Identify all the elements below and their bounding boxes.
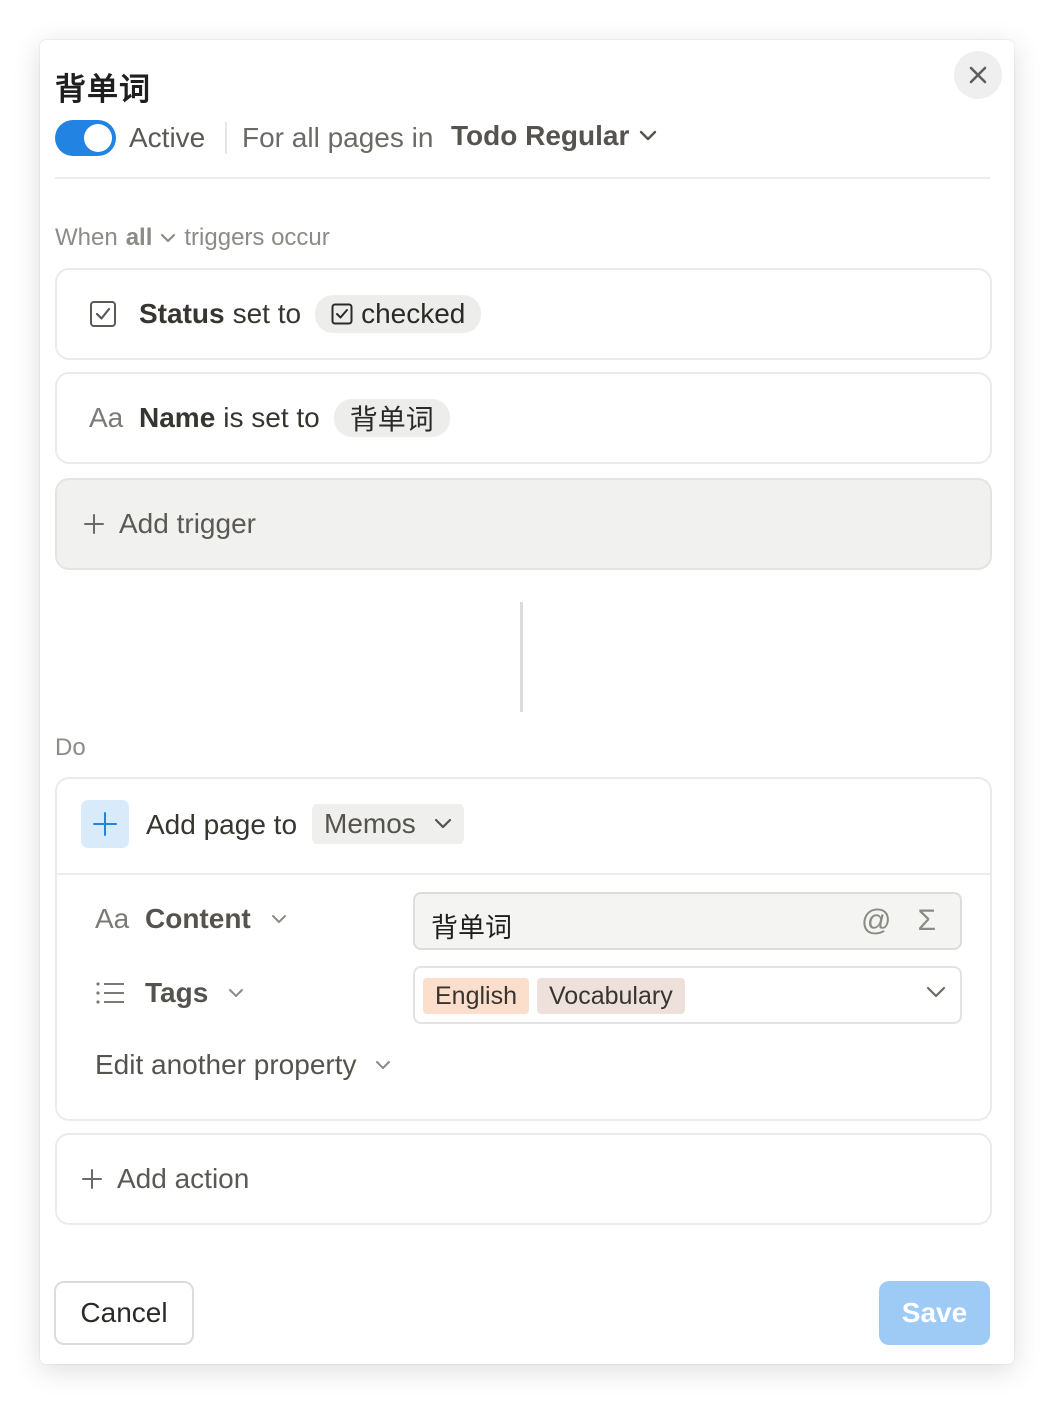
action-header: Add page to Memos <box>57 779 990 875</box>
automation-dialog: 背单词 Active For all pages in Todo Regular… <box>40 40 1014 1364</box>
add-action-row: Add action <box>81 1135 249 1223</box>
property-content[interactable]: Aa Content <box>95 903 287 935</box>
add-trigger-button[interactable]: Add trigger <box>55 478 992 570</box>
trigger-property: Name <box>139 402 216 433</box>
trigger-card-name[interactable]: Aa Name is set to 背单词 <box>55 372 992 464</box>
chevron-down-icon[interactable] <box>926 986 946 998</box>
property-name: Tags <box>145 977 209 1008</box>
trigger-condition: When all triggers occur <box>55 224 330 252</box>
flow-connector <box>520 602 523 712</box>
dialog-title: 背单词 <box>55 72 151 107</box>
when-label: When <box>55 224 118 251</box>
tag-english[interactable]: English <box>423 978 529 1014</box>
checkbox-checked-icon <box>331 303 353 325</box>
active-toggle[interactable] <box>55 120 116 156</box>
property-tags[interactable]: Tags <box>95 977 244 1009</box>
trigger-value: 背单词 <box>349 404 434 435</box>
plus-icon <box>83 513 105 535</box>
do-label: Do <box>55 734 86 761</box>
trigger-verb: is set to <box>223 402 320 433</box>
property-name: Content <box>145 903 251 934</box>
add-page-icon <box>81 800 129 848</box>
cancel-button[interactable]: Cancel <box>54 1281 194 1345</box>
edit-another-property[interactable]: Edit another property <box>95 1049 391 1081</box>
trigger-value-pill[interactable]: checked <box>315 295 482 333</box>
field-icons: @ Σ <box>861 904 936 938</box>
list-icon <box>95 981 131 1005</box>
trigger-row: Status set to checked <box>89 270 482 358</box>
formula-icon[interactable]: Σ <box>917 904 936 938</box>
text-icon: Aa <box>95 903 130 934</box>
add-action-label: Add action <box>117 1163 250 1194</box>
tag-vocabulary[interactable]: Vocabulary <box>537 978 685 1014</box>
plus-icon <box>81 1168 103 1190</box>
database-name: Todo Regular <box>451 120 630 151</box>
active-label: Active <box>129 122 206 153</box>
tags-value-field[interactable]: English Vocabulary <box>413 966 962 1024</box>
save-button[interactable]: Save <box>879 1281 990 1345</box>
add-trigger-row: Add trigger <box>83 480 256 568</box>
target-database-name: Memos <box>324 808 416 839</box>
trigger-verb: set to <box>232 298 302 329</box>
add-action-button[interactable]: Add action <box>55 1133 992 1225</box>
close-button[interactable] <box>954 51 1002 99</box>
triggers-suffix: triggers occur <box>184 224 330 251</box>
trigger-property: Status <box>139 298 225 329</box>
content-value-field[interactable]: 背单词 @ Σ <box>413 892 962 950</box>
scope-label: For all pages in <box>242 122 434 153</box>
chevron-down-icon <box>434 818 452 830</box>
action-card: Add page to Memos Aa Content 背单词 @ Σ Tag… <box>55 777 992 1121</box>
trigger-mode-selector[interactable]: all <box>126 224 153 252</box>
chevron-down-icon <box>271 914 287 924</box>
chevron-down-icon[interactable] <box>160 233 176 243</box>
chevron-down-icon <box>375 1060 391 1070</box>
checkbox-icon <box>89 300 125 328</box>
action-label: Add page to <box>146 809 298 840</box>
trigger-value: checked <box>361 298 466 329</box>
header-divider <box>55 177 990 179</box>
edit-another-label: Edit another property <box>95 1049 357 1080</box>
close-icon <box>968 65 988 85</box>
mention-icon[interactable]: @ <box>861 904 891 938</box>
text-icon: Aa <box>89 402 124 433</box>
content-value: 背单词 <box>431 913 512 943</box>
trigger-row: Aa Name is set to 背单词 <box>89 374 450 462</box>
trigger-value-pill[interactable]: 背单词 <box>333 399 450 437</box>
add-trigger-label: Add trigger <box>119 508 256 539</box>
database-selector[interactable]: Todo Regular <box>451 120 657 152</box>
target-database-selector[interactable]: Memos <box>312 804 464 844</box>
divider <box>225 122 227 154</box>
chevron-down-icon <box>228 988 244 998</box>
toggle-knob <box>84 124 112 152</box>
chevron-down-icon <box>639 130 657 142</box>
trigger-card-status[interactable]: Status set to checked <box>55 268 992 360</box>
